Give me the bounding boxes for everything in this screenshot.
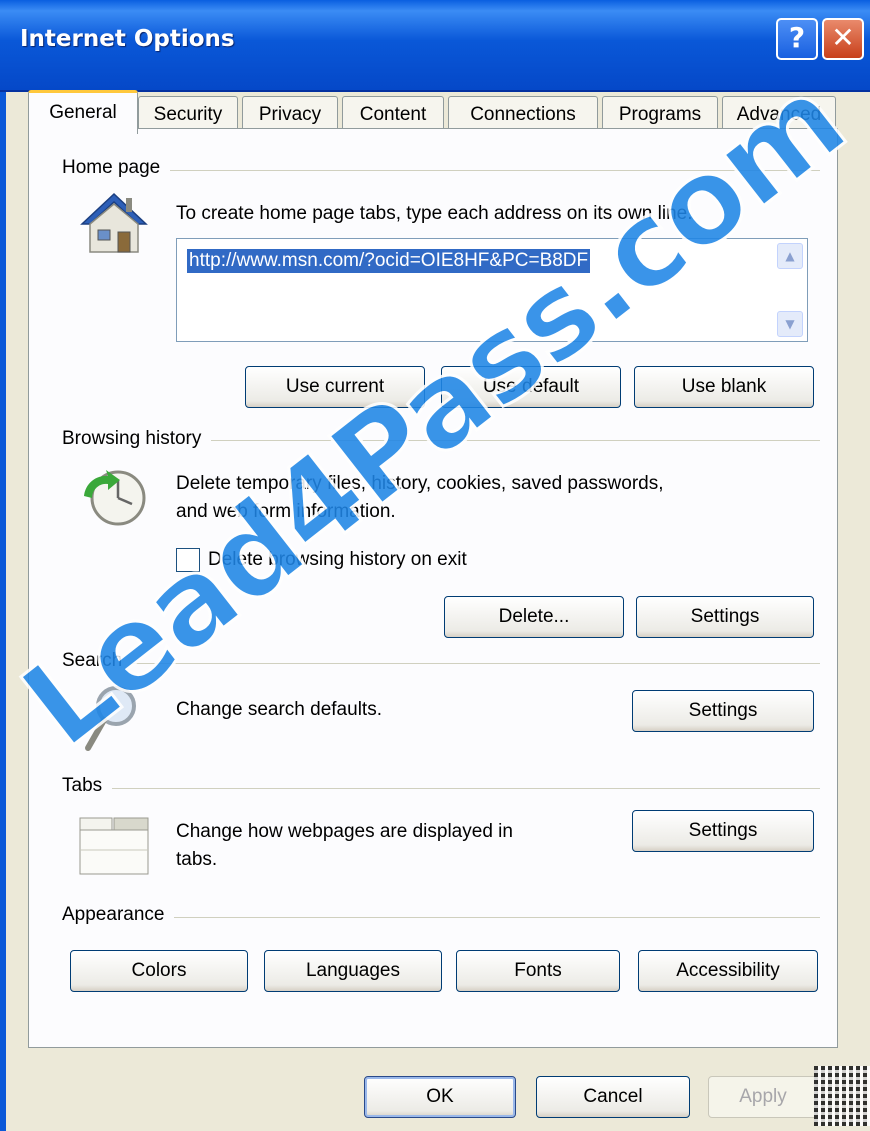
- clock-history-icon: [84, 470, 146, 526]
- house-icon: [80, 192, 148, 253]
- use-blank-button[interactable]: Use blank: [634, 366, 814, 408]
- tabs-group-label: Tabs: [62, 775, 113, 797]
- search-settings-button[interactable]: Settings: [632, 690, 814, 732]
- home-page-group-label: Home page: [62, 157, 171, 179]
- cancel-button[interactable]: Cancel: [536, 1076, 690, 1118]
- browsing-history-group-label: Browsing history: [62, 428, 212, 450]
- tabs-window-icon: [79, 817, 149, 875]
- tabs-description-line2: tabs.: [176, 849, 218, 870]
- close-button[interactable]: ✕: [822, 18, 864, 60]
- delete-history-on-exit-label[interactable]: Delete browsing history on exit: [208, 546, 467, 574]
- home-page-address-value[interactable]: http://www.msn.com/?ocid=OIE8HF&PC=B8DF: [187, 249, 591, 273]
- scroll-down-arrow-icon[interactable]: ▼: [777, 311, 803, 337]
- delete-history-on-exit-checkbox[interactable]: [176, 548, 200, 572]
- use-current-button[interactable]: Use current: [245, 366, 425, 408]
- title-bar[interactable]: Internet Options ? ✕: [0, 0, 870, 92]
- tabs-settings-button[interactable]: Settings: [632, 810, 814, 852]
- search-group-label: Search: [62, 650, 133, 672]
- tabs-description-line1: Change how webpages are displayed in: [176, 821, 513, 842]
- colors-button[interactable]: Colors: [70, 950, 248, 992]
- languages-button[interactable]: Languages: [264, 950, 442, 992]
- internet-options-dialog: Internet Options ? ✕ General Security Pr…: [0, 0, 870, 1131]
- home-page-separator: [64, 170, 820, 171]
- tab-general[interactable]: General: [28, 90, 138, 134]
- apply-button[interactable]: Apply: [708, 1076, 818, 1118]
- window-title: Internet Options: [20, 26, 235, 52]
- help-button[interactable]: ?: [776, 18, 818, 60]
- home-page-instructions: To create home page tabs, type each addr…: [176, 203, 693, 224]
- use-default-button[interactable]: Use default: [441, 366, 621, 408]
- tabs-separator: [64, 788, 820, 789]
- appearance-group-label: Appearance: [62, 904, 175, 926]
- fonts-button[interactable]: Fonts: [456, 950, 620, 992]
- qr-code-image: [814, 1066, 870, 1126]
- browsing-history-description-line1: Delete temporary files, history, cookies…: [176, 473, 664, 494]
- ok-button[interactable]: OK: [364, 1076, 516, 1118]
- window-frame-left: [0, 92, 6, 1131]
- scroll-up-arrow-icon[interactable]: ▲: [777, 243, 803, 269]
- appearance-separator: [64, 917, 820, 918]
- magnifier-icon: [85, 686, 136, 751]
- search-separator: [64, 663, 820, 664]
- browsing-history-description-line2: and web form information.: [176, 501, 396, 522]
- delete-history-button[interactable]: Delete...: [444, 596, 624, 638]
- home-page-address-textarea[interactable]: http://www.msn.com/?ocid=OIE8HF&PC=B8DF …: [176, 238, 808, 342]
- accessibility-button[interactable]: Accessibility: [638, 950, 818, 992]
- search-description: Change search defaults.: [176, 699, 382, 720]
- browsing-history-settings-button[interactable]: Settings: [636, 596, 814, 638]
